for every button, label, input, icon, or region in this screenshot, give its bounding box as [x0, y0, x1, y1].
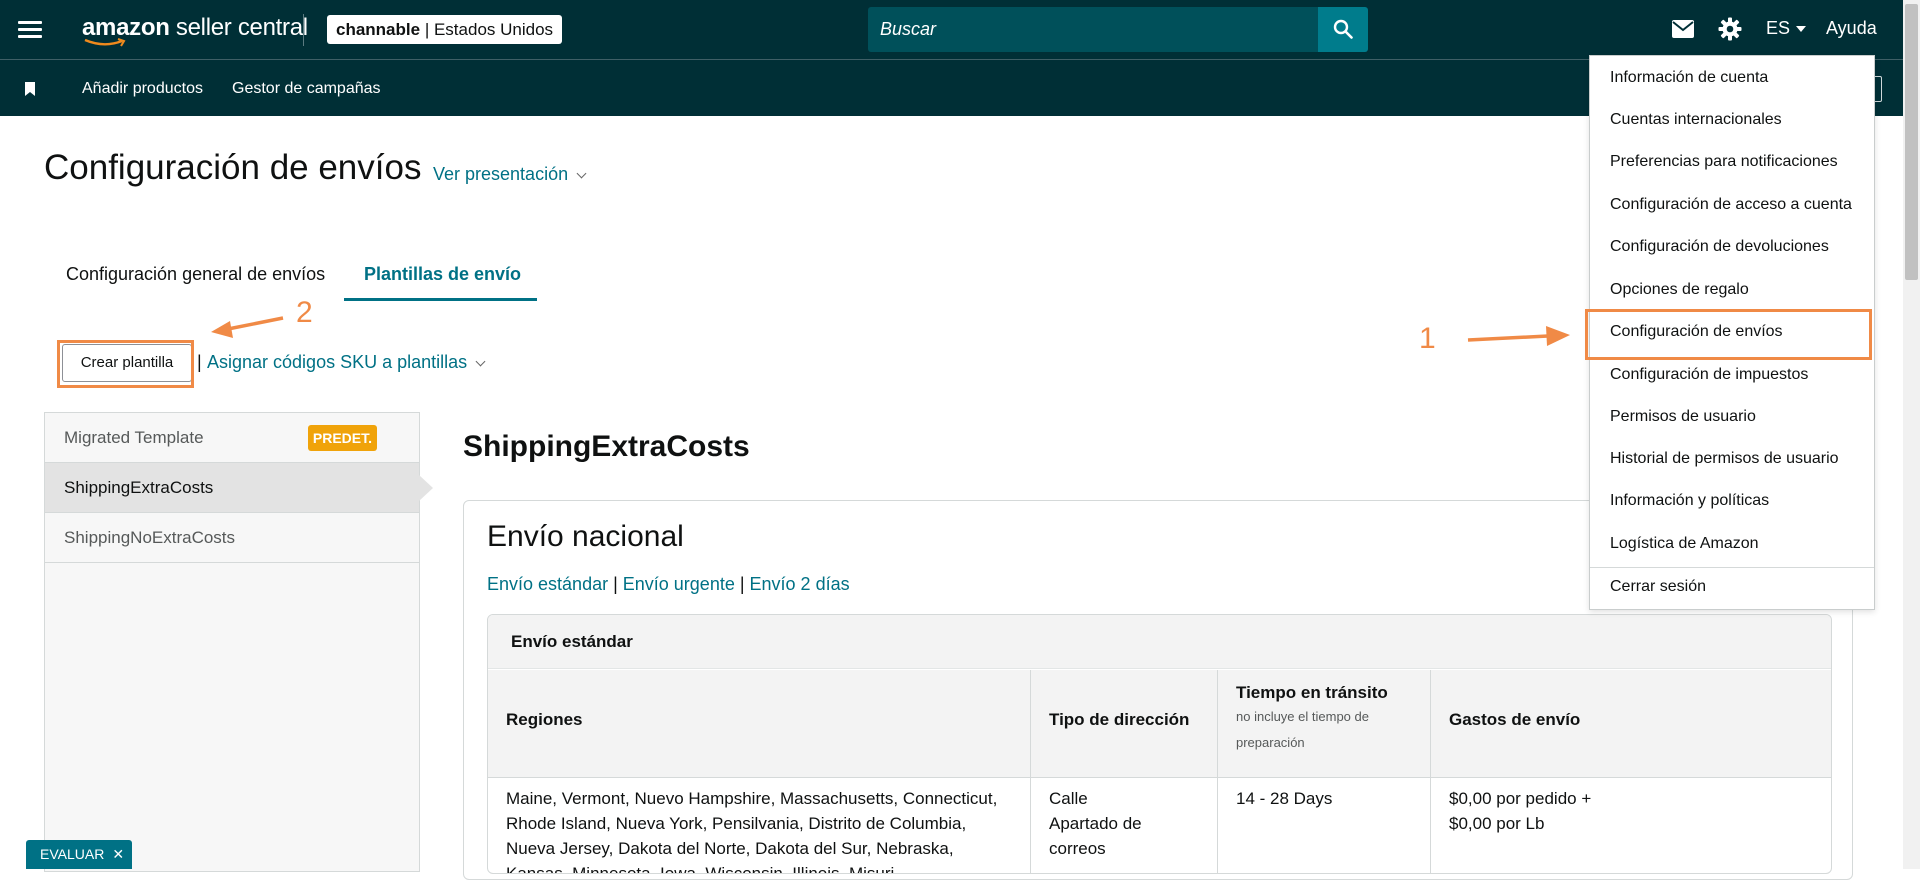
- nav-campaign-manager[interactable]: Gestor de campañas: [232, 80, 381, 98]
- tab-general-shipping-settings[interactable]: Configuración general de envíos: [66, 264, 325, 285]
- menu-item-account-info[interactable]: Información de cuenta: [1590, 57, 1874, 99]
- table-cell-address-type: Calle Apartado de correos: [1031, 778, 1218, 873]
- mail-icon[interactable]: [1672, 20, 1694, 38]
- chevron-down-icon: [475, 356, 486, 367]
- language-code: ES: [1766, 18, 1791, 38]
- link-separator: |: [734, 574, 750, 594]
- template-name: ShippingNoExtraCosts: [64, 528, 236, 547]
- column-header-address-type: Tipo de dirección: [1031, 670, 1218, 778]
- account-separator: |: [420, 20, 434, 39]
- link-standard-shipping[interactable]: Envío estándar: [487, 574, 608, 594]
- table-cell-regions: Maine, Vermont, Nuevo Hampshire, Massach…: [488, 778, 1031, 873]
- scrollbar-thumb[interactable]: [1905, 4, 1918, 280]
- language-selector[interactable]: ES: [1766, 18, 1807, 39]
- help-link[interactable]: Ayuda: [1826, 18, 1877, 39]
- header-divider: [303, 14, 304, 46]
- search-icon: [1333, 19, 1353, 39]
- bookmark-icon[interactable]: [24, 82, 36, 96]
- annotation-step-1: 1: [1419, 322, 1436, 355]
- table-section-title: Envío estándar: [488, 615, 1831, 669]
- template-title: ShippingExtraCosts: [463, 430, 750, 463]
- menu-item-gift-options[interactable]: Opciones de regalo: [1590, 269, 1874, 311]
- chevron-down-icon: [1796, 26, 1807, 33]
- template-item-shipping-no-extra-costs[interactable]: ShippingNoExtraCosts: [45, 513, 419, 563]
- menu-item-login-settings[interactable]: Configuración de acceso a cuenta: [1590, 184, 1874, 226]
- annotation-step-2: 2: [296, 296, 313, 329]
- account-switcher[interactable]: channable | Estados Unidos: [327, 15, 563, 44]
- arrow-icon: [211, 316, 1570, 346]
- template-name: Migrated Template: [64, 428, 204, 447]
- feedback-button[interactable]: EVALUAR ✕: [26, 840, 133, 869]
- feedback-label: EVALUAR: [40, 846, 105, 862]
- section-title: Envío nacional: [487, 520, 684, 553]
- logo-secondary: seller central: [169, 14, 308, 41]
- column-header-regions: Regiones: [488, 670, 1031, 778]
- gear-icon[interactable]: [1718, 17, 1742, 41]
- search-input[interactable]: [868, 7, 1318, 52]
- menu-item-tax-settings[interactable]: Configuración de impuestos: [1590, 354, 1874, 396]
- search-box: [868, 7, 1318, 52]
- page-title: Configuración de envíos: [44, 148, 422, 187]
- table-cell-shipping-cost: $0,00 por pedido + $0,00 por Lb: [1449, 789, 1592, 833]
- template-name: ShippingExtraCosts: [64, 478, 214, 497]
- action-separator: |: [197, 352, 202, 372]
- link-separator: |: [608, 574, 623, 594]
- annotation-highlight-shipping-settings: [1585, 309, 1872, 360]
- account-name: channable: [336, 20, 421, 39]
- shipping-speed-links: Envío estándar | Envío urgente | Envío 2…: [487, 574, 850, 595]
- chevron-down-icon: [576, 168, 587, 179]
- transit-time-note: no incluye el tiempo de preparación: [1236, 709, 1369, 750]
- menu-item-return-settings[interactable]: Configuración de devoluciones: [1590, 226, 1874, 268]
- menu-item-user-permissions-history[interactable]: Historial de permisos de usuario: [1590, 438, 1874, 480]
- template-item-shipping-extra-costs[interactable]: ShippingExtraCosts: [45, 463, 433, 513]
- template-item-migrated[interactable]: Migrated Template PREDET.: [45, 413, 419, 463]
- close-icon[interactable]: ✕: [112, 846, 124, 862]
- link-two-day-shipping[interactable]: Envío 2 días: [750, 574, 850, 594]
- tab-shipping-templates[interactable]: Plantillas de envío: [364, 264, 521, 285]
- logo-primary: amazon: [82, 14, 170, 41]
- hamburger-icon[interactable]: [18, 18, 42, 42]
- assign-sku-label: Asignar códigos SKU a plantillas: [207, 352, 468, 372]
- account-region: Estados Unidos: [433, 20, 554, 39]
- link-expedited-shipping[interactable]: Envío urgente: [623, 574, 735, 594]
- amazon-smile-icon: [84, 38, 126, 47]
- standard-shipping-table: Envío estándar Regiones Tipo de direcció…: [487, 614, 1832, 874]
- view-presentation-link[interactable]: Ver presentación: [433, 164, 587, 185]
- menu-item-fulfillment-by-amazon[interactable]: Logística de Amazon: [1590, 523, 1874, 565]
- transit-time-label: Tiempo en tránsito: [1236, 683, 1388, 702]
- annotation-highlight-create-template: [57, 340, 194, 388]
- nav-add-products[interactable]: Añadir productos: [82, 80, 203, 98]
- menu-item-info-and-policies[interactable]: Información y políticas: [1590, 480, 1874, 522]
- menu-item-logout[interactable]: Cerrar sesión: [1590, 566, 1874, 608]
- menu-item-user-permissions[interactable]: Permisos de usuario: [1590, 396, 1874, 438]
- menu-item-notification-preferences[interactable]: Preferencias para notificaciones: [1590, 141, 1874, 183]
- default-badge: PREDET.: [307, 425, 377, 451]
- assign-sku-link[interactable]: Asignar códigos SKU a plantillas: [207, 352, 486, 373]
- table-cell-transit-time: 14 - 28 Days: [1218, 778, 1431, 873]
- search-button[interactable]: [1318, 7, 1368, 52]
- column-header-shipping-cost: Gastos de envío: [1431, 670, 1831, 778]
- view-presentation-label: Ver presentación: [433, 164, 569, 184]
- active-tab-indicator: [344, 298, 537, 301]
- menu-item-global-accounts[interactable]: Cuentas internacionales: [1590, 99, 1874, 141]
- template-list: Migrated Template PREDET. ShippingExtraC…: [44, 412, 433, 872]
- top-navigation-bar: amazon seller central channable | Estado…: [0, 0, 1920, 60]
- column-header-transit-time: Tiempo en tránsito no incluye el tiempo …: [1218, 670, 1431, 778]
